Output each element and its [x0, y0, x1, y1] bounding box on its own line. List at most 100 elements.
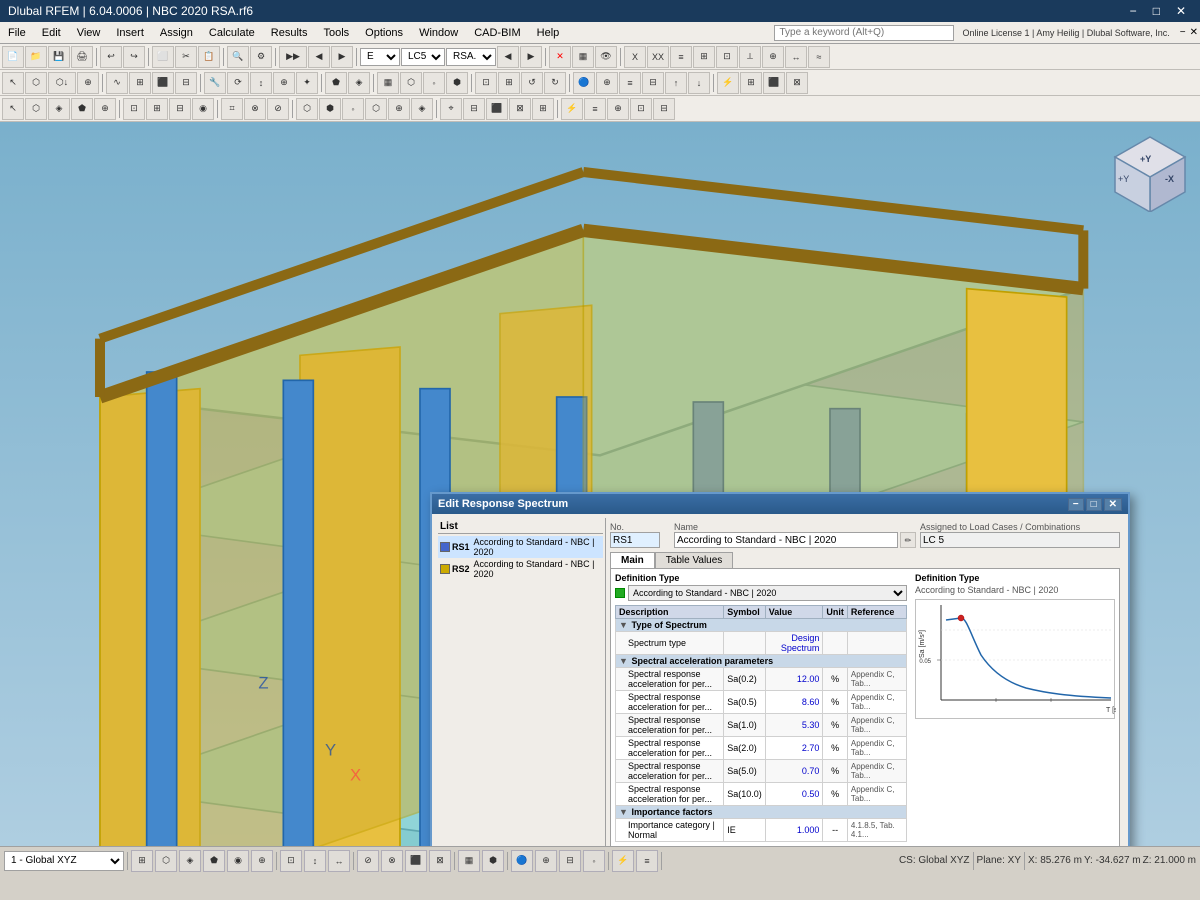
t3-btn16[interactable]: ⬡	[365, 98, 387, 120]
menu-tools[interactable]: Tools	[315, 25, 357, 41]
bt-btn8[interactable]: ↕	[304, 850, 326, 872]
t2-btn13[interactable]: ✦	[296, 72, 318, 94]
t2-btn4[interactable]: ⊕	[77, 72, 99, 94]
sa50-value[interactable]: 0.70	[765, 760, 823, 783]
redo-btn[interactable]: ↪	[123, 46, 145, 68]
minimize-btn[interactable]: −	[1124, 4, 1143, 18]
menu-file[interactable]: File	[0, 25, 34, 41]
t2-btn31[interactable]: ⊞	[740, 72, 762, 94]
t2-btn30[interactable]: ⚡	[717, 72, 739, 94]
tb-btn-f[interactable]: ⟂	[739, 46, 761, 68]
menu-assign[interactable]: Assign	[152, 25, 201, 41]
t2-btn8[interactable]: ⊟	[175, 72, 197, 94]
t2-btn26[interactable]: ≡	[619, 72, 641, 94]
dialog-minimize-btn[interactable]: −	[1068, 498, 1084, 511]
tb-filter-btn[interactable]: ▦	[572, 46, 594, 68]
menu-insert[interactable]: Insert	[108, 25, 152, 41]
tb-btn-a[interactable]: X	[624, 46, 646, 68]
importance-value[interactable]: 1.000	[765, 819, 823, 842]
t2-btn21[interactable]: ⊞	[498, 72, 520, 94]
bt-btn10[interactable]: ⊘	[357, 850, 379, 872]
rsa-dropdown[interactable]: RSA...	[446, 48, 496, 66]
close-btn[interactable]: ✕	[1170, 4, 1192, 18]
tb1-btn2[interactable]: ◀	[308, 46, 330, 68]
t3-btn20[interactable]: ⊟	[463, 98, 485, 120]
t2-btn33[interactable]: ⊠	[786, 72, 808, 94]
t2-btn15[interactable]: ◈	[348, 72, 370, 94]
t3-btn11[interactable]: ⊗	[244, 98, 266, 120]
t2-btn5[interactable]: ∿	[106, 72, 128, 94]
t3-btn27[interactable]: ⊡	[630, 98, 652, 120]
bt-btn21[interactable]: ≡	[636, 850, 658, 872]
t2-btn3[interactable]: ⬡↓	[48, 72, 76, 94]
bt-btn18[interactable]: ⊟	[559, 850, 581, 872]
expand-icon-spectrum[interactable]: ▼	[619, 620, 629, 630]
tb-btn-h[interactable]: ↔	[785, 46, 807, 68]
t3-btn4[interactable]: ⬟	[71, 98, 93, 120]
prev-case-btn[interactable]: ◀	[497, 46, 519, 68]
menu-edit[interactable]: Edit	[34, 25, 69, 41]
tb1-btn1[interactable]: ▶▶	[279, 46, 307, 68]
dialog-maximize-btn[interactable]: □	[1086, 498, 1102, 511]
maximize-btn[interactable]: □	[1147, 4, 1166, 18]
t3-btn13[interactable]: ⬡	[296, 98, 318, 120]
t2-btn29[interactable]: ↓	[688, 72, 710, 94]
t3-btn14[interactable]: ⬢	[319, 98, 341, 120]
t3-btn7[interactable]: ⊞	[146, 98, 168, 120]
menu-window[interactable]: Window	[411, 25, 466, 41]
t2-btn24[interactable]: 🔵	[573, 72, 595, 94]
tab-main[interactable]: Main	[610, 552, 655, 568]
undo-btn[interactable]: ↩	[100, 46, 122, 68]
sa10-value[interactable]: 5.30	[765, 714, 823, 737]
def-type-dropdown[interactable]: According to Standard - NBC | 2020	[628, 585, 907, 601]
t2-btn12[interactable]: ⊕	[273, 72, 295, 94]
t3-btn1[interactable]: ↖	[2, 98, 24, 120]
lc5-dropdown[interactable]: LC5	[401, 48, 445, 66]
t2-btn28[interactable]: ↑	[665, 72, 687, 94]
t3-btn9[interactable]: ◉	[192, 98, 214, 120]
print-btn[interactable]: 🖨	[71, 46, 93, 68]
bt-btn2[interactable]: ⬡	[155, 850, 177, 872]
assigned-input[interactable]	[920, 532, 1120, 548]
expand-icon-spectral[interactable]: ▼	[619, 656, 629, 666]
bt-btn19[interactable]: ◦	[583, 850, 605, 872]
t3-btn28[interactable]: ⊟	[653, 98, 675, 120]
open-btn[interactable]: 📁	[25, 46, 47, 68]
t3-btn15[interactable]: ◦	[342, 98, 364, 120]
bt-btn16[interactable]: 🔵	[511, 850, 533, 872]
tb-btn-c[interactable]: ≡	[670, 46, 692, 68]
expand-icon-importance[interactable]: ▼	[619, 807, 629, 817]
spectrum-type-value[interactable]: Design Spectrum	[765, 632, 823, 655]
sa20-value[interactable]: 2.70	[765, 737, 823, 760]
tb-btn-g[interactable]: ⊕	[762, 46, 784, 68]
t2-btn16[interactable]: ▦	[377, 72, 399, 94]
menu-view[interactable]: View	[69, 25, 109, 41]
t3-btn8[interactable]: ⊟	[169, 98, 191, 120]
bt-btn6[interactable]: ⊕	[251, 850, 273, 872]
new-btn[interactable]: 📄	[2, 46, 24, 68]
t2-btn23[interactable]: ↻	[544, 72, 566, 94]
t2-btn1[interactable]: ↖	[2, 72, 24, 94]
bt-btn11[interactable]: ⊗	[381, 850, 403, 872]
t3-btn3[interactable]: ◈	[48, 98, 70, 120]
bt-btn1[interactable]: ⊞	[131, 850, 153, 872]
bt-btn4[interactable]: ⬟	[203, 850, 225, 872]
t3-btn21[interactable]: ⬛	[486, 98, 508, 120]
list-item-rs1[interactable]: RS1 According to Standard - NBC | 2020	[438, 536, 603, 558]
t2-btn9[interactable]: 🔧	[204, 72, 226, 94]
t2-btn2[interactable]: ⬡	[25, 72, 47, 94]
search-input[interactable]	[774, 25, 954, 41]
t2-btn32[interactable]: ⬛	[763, 72, 785, 94]
dialog-close-btn[interactable]: ✕	[1104, 498, 1122, 511]
t3-btn19[interactable]: ⌖	[440, 98, 462, 120]
tb-view-btn[interactable]: 👁	[595, 46, 617, 68]
copy-btn[interactable]: 📋	[198, 46, 220, 68]
tb-btn-e[interactable]: ⊡	[716, 46, 738, 68]
tb-btn-d[interactable]: ⊞	[693, 46, 715, 68]
menu-cad-bim[interactable]: CAD-BIM	[466, 25, 528, 41]
bt-btn14[interactable]: ▦	[458, 850, 480, 872]
license-close[interactable]: ✕	[1188, 27, 1200, 38]
menu-help[interactable]: Help	[529, 25, 568, 41]
bt-btn7[interactable]: ⊡	[280, 850, 302, 872]
list-item-rs2[interactable]: RS2 According to Standard - NBC | 2020	[438, 558, 603, 580]
